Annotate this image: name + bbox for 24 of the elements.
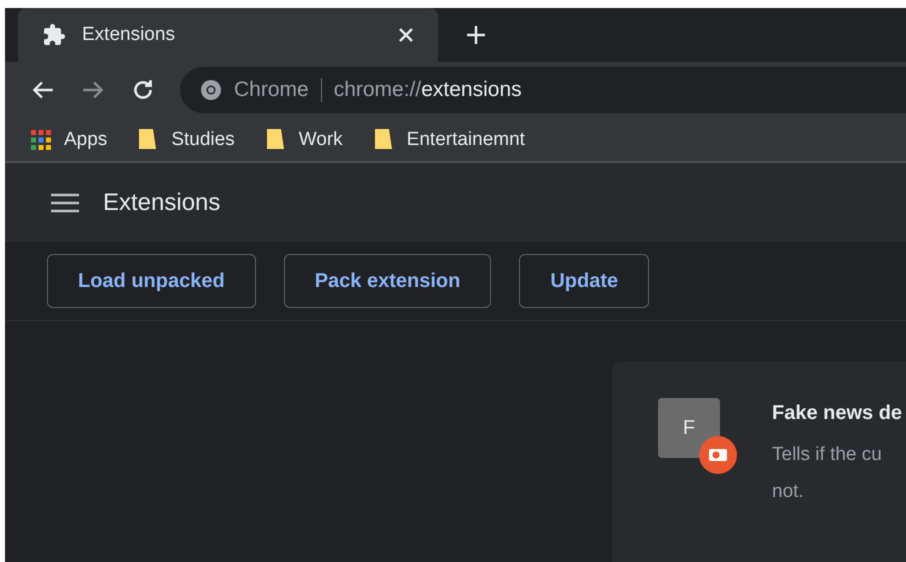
chrome-logo-icon bbox=[200, 79, 222, 102]
browser-tab[interactable]: Extensions bbox=[18, 8, 438, 62]
bookmark-item[interactable]: Entertainemnt bbox=[372, 126, 525, 154]
bookmark-item[interactable]: Apps bbox=[30, 126, 108, 154]
new-tab-icon[interactable] bbox=[466, 25, 486, 45]
tab-title: Extensions bbox=[82, 22, 176, 47]
folder-icon bbox=[264, 128, 287, 152]
puzzle-piece-icon bbox=[42, 23, 66, 47]
apps-grid-icon bbox=[30, 128, 52, 151]
page-title: Extensions bbox=[103, 188, 220, 218]
camera-badge-icon bbox=[699, 436, 737, 474]
address-bar[interactable]: Chrome chrome://extensions bbox=[180, 67, 906, 114]
extension-name: Fake news de bbox=[772, 400, 902, 426]
close-icon[interactable] bbox=[398, 27, 414, 43]
extension-description: Tells if the cu not. bbox=[772, 442, 883, 504]
action-button[interactable]: Load unpacked bbox=[47, 254, 256, 308]
action-button[interactable]: Pack extension bbox=[284, 254, 492, 308]
bookmark-item[interactable]: Work bbox=[264, 126, 343, 154]
site-label: Chrome bbox=[234, 77, 309, 104]
bookmark-item[interactable]: Studies bbox=[137, 126, 235, 154]
menu-icon[interactable] bbox=[51, 192, 79, 214]
action-button[interactable]: Update bbox=[519, 254, 650, 308]
url-text: chrome://extensions bbox=[334, 77, 522, 104]
folder-icon bbox=[372, 128, 395, 152]
